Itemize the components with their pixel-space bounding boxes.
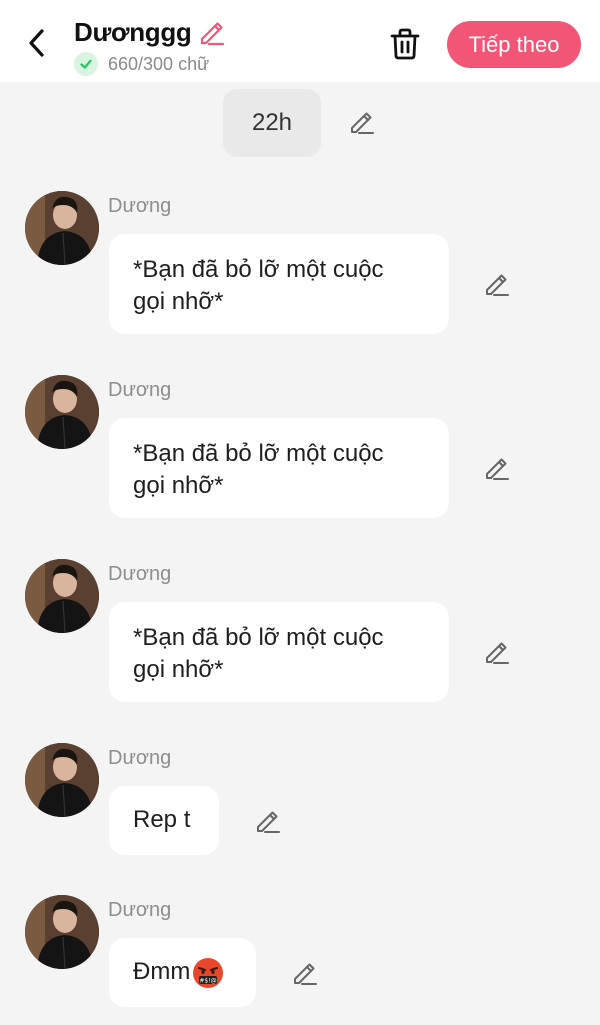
edit-message-button[interactable] — [482, 270, 510, 303]
message-text: Đmm — [133, 958, 191, 985]
sender-name: Dương — [108, 379, 172, 401]
message-text-line: gọi nhỡ* — [133, 288, 224, 315]
sender-name: Dương — [108, 899, 172, 921]
word-count: 660/300 chữ — [108, 53, 210, 74]
top-bar: Dươnggg 660/300 chữ Tiếp theo — [0, 0, 600, 82]
message-text-line: gọi nhỡ* — [133, 472, 224, 499]
pencil-icon — [486, 642, 509, 664]
message-bubble[interactable]: *Bạn đã bỏ lỡ một cuộc gọi nhỡ* — [109, 234, 449, 334]
message-bubble[interactable]: *Bạn đã bỏ lỡ một cuộc gọi nhỡ* — [109, 418, 449, 518]
pencil-icon — [351, 112, 374, 134]
message-bubble[interactable]: Rep t — [109, 786, 219, 855]
chevron-left-icon — [29, 29, 44, 57]
trash-icon — [390, 28, 420, 60]
message-text: Rep t — [133, 806, 191, 833]
sender-name: Dương — [108, 747, 172, 769]
message-bubble[interactable]: *Bạn đã bỏ lỡ một cuộc gọi nhỡ* — [109, 602, 449, 702]
pencil-icon — [294, 963, 317, 985]
pencil-icon — [486, 274, 509, 296]
edit-message-button[interactable] — [253, 807, 281, 840]
back-button[interactable] — [22, 26, 52, 60]
cursing-face-emoji: #$!@ — [193, 957, 224, 988]
check-icon — [74, 52, 98, 76]
chat-title-block: Dươnggg 660/300 chữ — [74, 14, 226, 76]
delete-button[interactable] — [386, 24, 424, 64]
next-button[interactable]: Tiếp theo — [447, 21, 581, 68]
message-text-line: *Bạn đã bỏ lỡ một cuộc — [133, 624, 384, 651]
pencil-icon — [486, 458, 509, 480]
edit-message-button[interactable] — [482, 454, 510, 487]
avatar[interactable] — [25, 375, 99, 449]
sender-name: Dương — [108, 195, 172, 217]
svg-text:#$!@: #$!@ — [200, 977, 217, 984]
avatar[interactable] — [25, 559, 99, 633]
chat-title: Dươnggg — [74, 16, 192, 47]
edit-time-button[interactable] — [347, 108, 375, 141]
edit-message-button[interactable] — [290, 959, 318, 992]
avatar[interactable] — [25, 743, 99, 817]
pencil-icon — [257, 811, 280, 833]
avatar[interactable] — [25, 191, 99, 265]
message-text-line: *Bạn đã bỏ lỡ một cuộc — [133, 256, 384, 283]
message-text-line: gọi nhỡ* — [133, 656, 224, 683]
pencil-icon — [200, 22, 224, 46]
message-bubble[interactable]: Đmm #$!@ — [109, 938, 256, 1007]
time-chip[interactable]: 22h — [223, 89, 321, 157]
message-text-line: *Bạn đã bỏ lỡ một cuộc — [133, 440, 384, 467]
sender-name: Dương — [108, 563, 172, 585]
avatar[interactable] — [25, 895, 99, 969]
edit-title-button[interactable] — [196, 17, 226, 47]
edit-message-button[interactable] — [482, 638, 510, 671]
